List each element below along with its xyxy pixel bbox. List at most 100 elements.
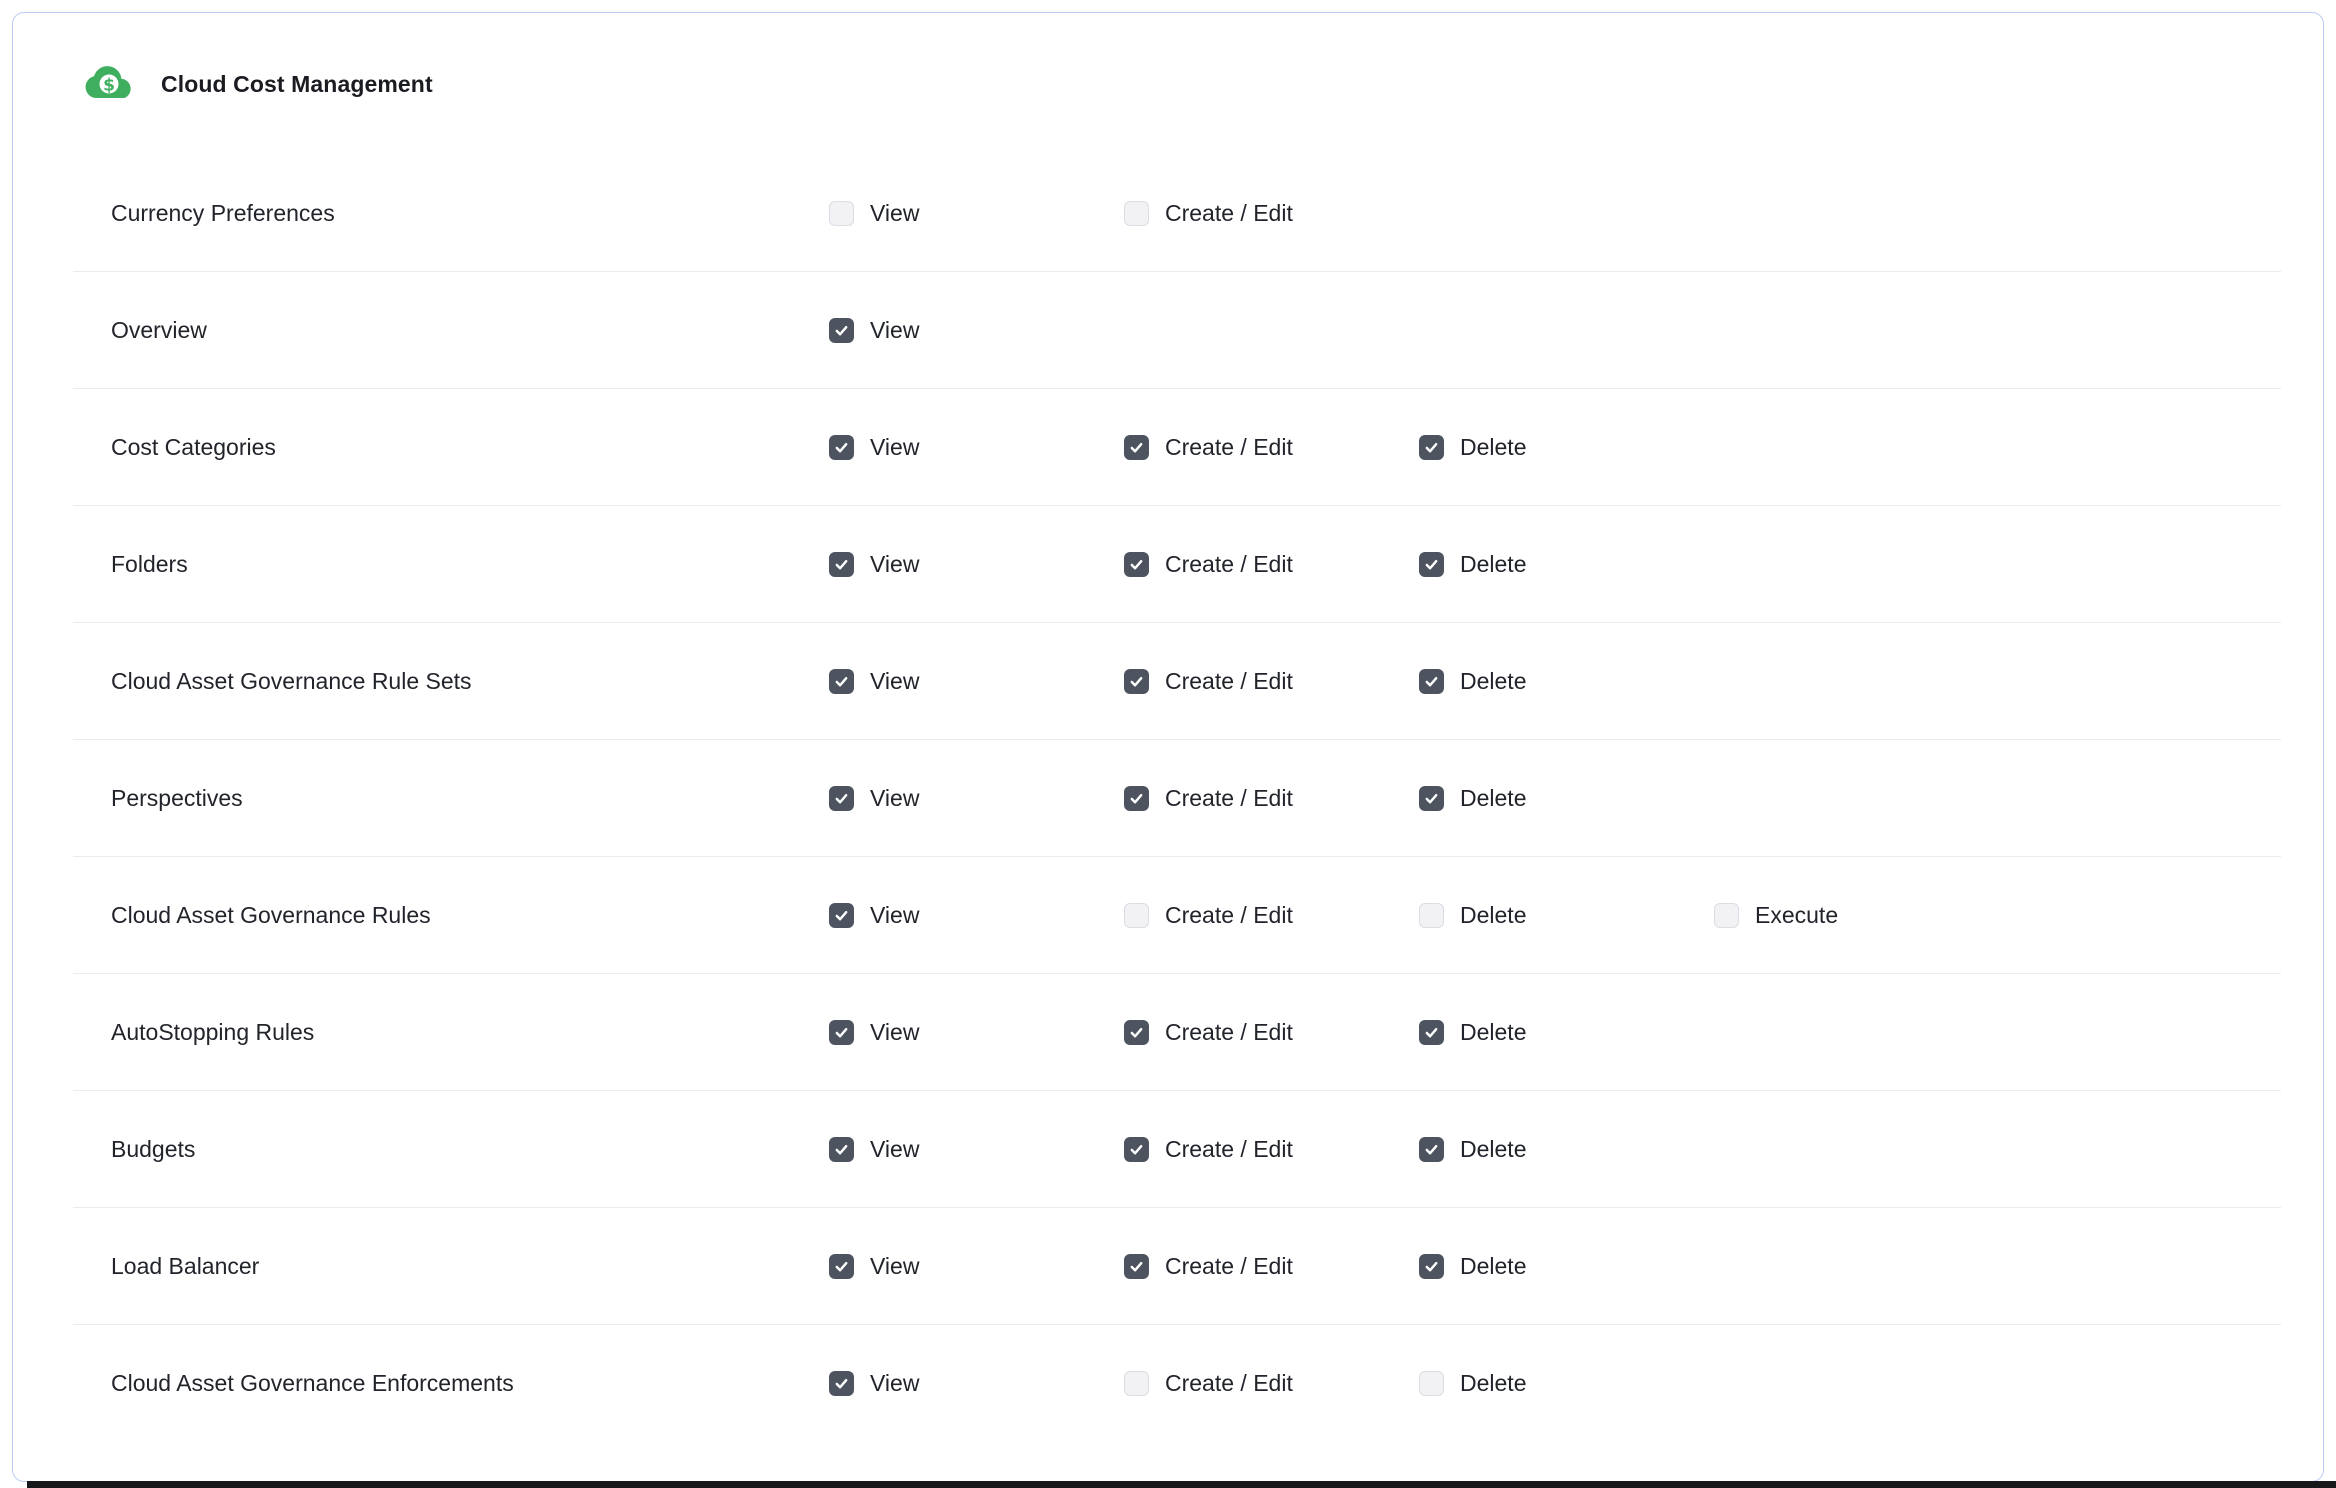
- delete-permission[interactable]: Delete: [1419, 1136, 1714, 1163]
- resource-name: Cloud Asset Governance Rules: [111, 902, 829, 929]
- checkmark-icon: [1427, 444, 1436, 451]
- delete-checkbox[interactable]: [1419, 1371, 1444, 1396]
- create-edit-checkbox[interactable]: [1124, 435, 1149, 460]
- view-permission[interactable]: View: [829, 200, 1124, 227]
- delete-permission[interactable]: Delete: [1419, 1253, 1714, 1280]
- permission-row-cloud-asset-governance-rule-sets: Cloud Asset Governance Rule Sets View Crea…: [73, 623, 2281, 740]
- view-permission[interactable]: View: [829, 668, 1124, 695]
- resource-name: Budgets: [111, 1136, 829, 1163]
- delete-checkbox[interactable]: [1419, 669, 1444, 694]
- view-checkbox[interactable]: [829, 1137, 854, 1162]
- view-permission[interactable]: View: [829, 1370, 1124, 1397]
- view-checkbox[interactable]: [829, 903, 854, 928]
- permission-label: Create / Edit: [1165, 1253, 1293, 1280]
- view-checkbox[interactable]: [829, 318, 854, 343]
- create-edit-permission[interactable]: Create / Edit: [1124, 200, 1419, 227]
- checkmark-icon: [837, 327, 846, 334]
- execute-permission[interactable]: Execute: [1714, 902, 2009, 929]
- delete-checkbox[interactable]: [1419, 1254, 1444, 1279]
- delete-permission[interactable]: Delete: [1419, 902, 1714, 929]
- delete-permission[interactable]: Delete: [1419, 1370, 1714, 1397]
- permission-row-budgets: BudgetsView Create / Edit Delete: [73, 1091, 2281, 1208]
- checkmark-icon: [1427, 678, 1436, 685]
- create-edit-checkbox[interactable]: [1124, 903, 1149, 928]
- view-permission[interactable]: View: [829, 434, 1124, 461]
- create-edit-permission[interactable]: Create / Edit: [1124, 1019, 1419, 1046]
- checkmark-icon: [837, 1263, 846, 1270]
- create-edit-permission[interactable]: Create / Edit: [1124, 551, 1419, 578]
- checkmark-icon: [837, 795, 846, 802]
- permission-label: View: [870, 668, 919, 695]
- checkmark-icon: [1132, 795, 1141, 802]
- view-checkbox[interactable]: [829, 1371, 854, 1396]
- checkmark-icon: [1132, 1029, 1141, 1036]
- checkmark-icon: [1132, 1146, 1141, 1153]
- view-permission[interactable]: View: [829, 551, 1124, 578]
- permission-label: Create / Edit: [1165, 200, 1293, 227]
- delete-permission[interactable]: Delete: [1419, 551, 1714, 578]
- permission-label: Delete: [1460, 785, 1526, 812]
- delete-checkbox[interactable]: [1419, 552, 1444, 577]
- delete-checkbox[interactable]: [1419, 1137, 1444, 1162]
- create-edit-permission[interactable]: Create / Edit: [1124, 668, 1419, 695]
- checkmark-icon: [837, 561, 846, 568]
- create-edit-permission[interactable]: Create / Edit: [1124, 1136, 1419, 1163]
- create-edit-checkbox[interactable]: [1124, 1371, 1149, 1396]
- delete-permission[interactable]: Delete: [1419, 785, 1714, 812]
- view-checkbox[interactable]: [829, 435, 854, 460]
- delete-checkbox[interactable]: [1419, 903, 1444, 928]
- delete-checkbox[interactable]: [1419, 1020, 1444, 1045]
- checkmark-icon: [1427, 1263, 1436, 1270]
- view-permission[interactable]: View: [829, 902, 1124, 929]
- permission-label: Create / Edit: [1165, 785, 1293, 812]
- permission-label: Delete: [1460, 668, 1526, 695]
- create-edit-permission[interactable]: Create / Edit: [1124, 1370, 1419, 1397]
- create-edit-permission[interactable]: Create / Edit: [1124, 785, 1419, 812]
- create-edit-checkbox[interactable]: [1124, 1254, 1149, 1279]
- permission-row-cloud-asset-governance-rules: Cloud Asset Governance RulesViewCreate /…: [73, 857, 2281, 974]
- view-checkbox[interactable]: [829, 1254, 854, 1279]
- view-checkbox[interactable]: [829, 669, 854, 694]
- delete-permission[interactable]: Delete: [1419, 668, 1714, 695]
- view-permission[interactable]: View: [829, 1253, 1124, 1280]
- view-checkbox[interactable]: [829, 786, 854, 811]
- checkmark-icon: [837, 444, 846, 451]
- resource-name: Load Balancer: [111, 1253, 829, 1280]
- view-checkbox[interactable]: [829, 1020, 854, 1045]
- view-checkbox[interactable]: [829, 201, 854, 226]
- view-permission[interactable]: View: [829, 1019, 1124, 1046]
- delete-permission[interactable]: Delete: [1419, 1019, 1714, 1046]
- view-permission[interactable]: View: [829, 1136, 1124, 1163]
- delete-checkbox[interactable]: [1419, 786, 1444, 811]
- permission-label: View: [870, 434, 919, 461]
- resource-name: Perspectives: [111, 785, 829, 812]
- checkmark-icon: [837, 1146, 846, 1153]
- resource-name: Cloud Asset Governance Rule Sets: [111, 668, 829, 695]
- create-edit-checkbox[interactable]: [1124, 786, 1149, 811]
- view-permission[interactable]: View: [829, 317, 1124, 344]
- create-edit-checkbox[interactable]: [1124, 552, 1149, 577]
- create-edit-permission[interactable]: Create / Edit: [1124, 434, 1419, 461]
- permission-label: Create / Edit: [1165, 1136, 1293, 1163]
- create-edit-checkbox[interactable]: [1124, 201, 1149, 226]
- view-permission[interactable]: View: [829, 785, 1124, 812]
- execute-checkbox[interactable]: [1714, 903, 1739, 928]
- delete-permission[interactable]: Delete: [1419, 434, 1714, 461]
- checkmark-icon: [837, 678, 846, 685]
- resource-name: AutoStopping Rules: [111, 1019, 829, 1046]
- checkmark-icon: [1427, 795, 1436, 802]
- create-edit-permission[interactable]: Create / Edit: [1124, 1253, 1419, 1280]
- create-edit-permission[interactable]: Create / Edit: [1124, 902, 1419, 929]
- permission-label: Create / Edit: [1165, 434, 1293, 461]
- resource-name: Overview: [111, 317, 829, 344]
- create-edit-checkbox[interactable]: [1124, 669, 1149, 694]
- permission-label: Delete: [1460, 1136, 1526, 1163]
- create-edit-checkbox[interactable]: [1124, 1020, 1149, 1045]
- svg-text:$: $: [103, 76, 115, 96]
- permission-row-overview: OverviewView: [73, 272, 2281, 389]
- view-checkbox[interactable]: [829, 552, 854, 577]
- checkmark-icon: [837, 1029, 846, 1036]
- permission-label: Delete: [1460, 434, 1526, 461]
- create-edit-checkbox[interactable]: [1124, 1137, 1149, 1162]
- delete-checkbox[interactable]: [1419, 435, 1444, 460]
